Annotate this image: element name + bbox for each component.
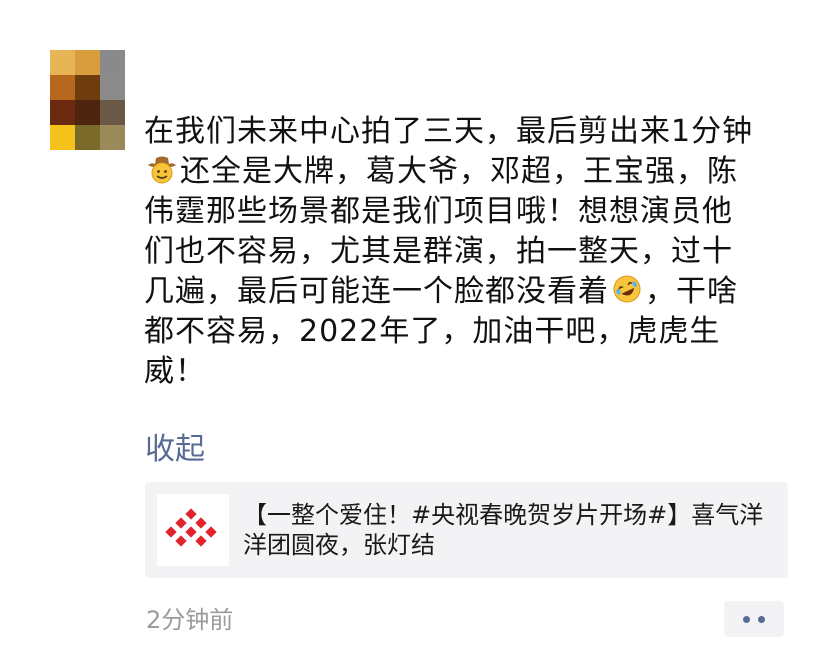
post-line: 还全是大牌，葛大爷，邓超，王宝强，陈 (144, 152, 794, 192)
timestamp: 2分钟前 (146, 606, 234, 634)
avatar-pixel (50, 50, 75, 75)
avatar-pixel (50, 100, 75, 125)
more-button[interactable] (724, 601, 784, 637)
avatar-pixel (75, 75, 100, 100)
post-line: 伟霆那些场景都是我们项目哦！想想演员他 (144, 194, 733, 229)
cowboy-face-emoji-icon (148, 156, 176, 184)
collapse-link[interactable]: 收起 (145, 430, 205, 470)
post-text: 在我们未来中心拍了三天，最后剪出来1分钟 还全是大牌，葛大爷，邓超，王宝强，陈 … (144, 112, 794, 392)
more-dot-icon (758, 615, 765, 623)
avatar-pixel (75, 50, 100, 75)
share-title: 【一整个爱住！#央视春晚贺岁片开场#】喜气洋洋团圆夜，张灯结 (243, 501, 764, 559)
post-line-text: ，干啥 (645, 274, 738, 309)
post-line: 都不容易，2022年了，加油干吧，虎虎生 (144, 314, 721, 349)
rolling-laughing-emoji-icon (613, 275, 641, 303)
avatar-pixel (100, 100, 125, 125)
red-diamond-logo-icon (165, 508, 217, 547)
post-line: 在我们未来中心拍了三天，最后剪出来1分钟 (144, 114, 754, 149)
more-dot-icon (743, 615, 750, 623)
shared-link-card[interactable]: 【一整个爱住！#央视春晚贺岁片开场#】喜气洋洋团圆夜，张灯结 (145, 482, 788, 578)
avatar-pixel (100, 75, 125, 100)
avatar-pixel (75, 125, 100, 150)
avatar-pixel (100, 50, 125, 75)
post-line: 们也不容易，尤其是群演，拍一整天，过十 (144, 234, 733, 269)
share-thumbnail (157, 494, 229, 566)
post-line-text: 几遍，最后可能连一个脸都没看着 (144, 274, 609, 309)
avatar-pixel (75, 100, 100, 125)
post-line: 几遍，最后可能连一个脸都没看着 ，干啥 (144, 272, 794, 312)
avatar[interactable] (50, 50, 125, 150)
avatar-pixel (50, 75, 75, 100)
post-line-text: 还全是大牌，葛大爷，邓超，王宝强，陈 (180, 154, 738, 189)
avatar-pixel (50, 125, 75, 150)
post-line: 威！ (144, 354, 206, 389)
avatar-pixel (100, 125, 125, 150)
